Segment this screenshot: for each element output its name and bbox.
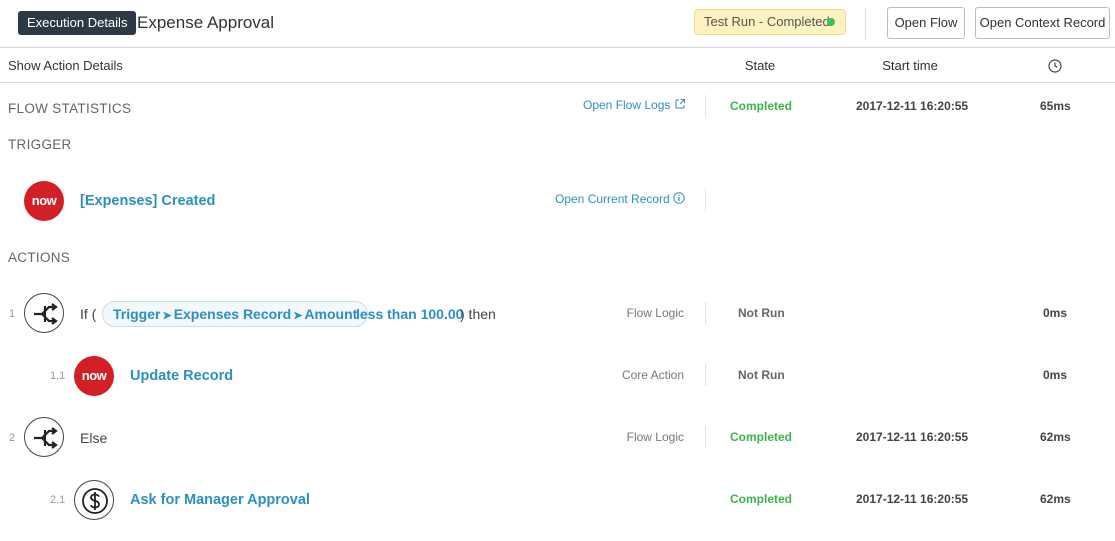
status-dot-icon — [827, 18, 835, 26]
branch-icon — [34, 303, 58, 325]
now-logo-text: now — [81, 368, 107, 383]
row-divider — [705, 364, 706, 386]
update-record-link[interactable]: Update Record — [130, 368, 233, 384]
if-suffix: ) then — [460, 306, 496, 322]
flow-duration: 65ms — [1040, 99, 1071, 113]
pill-part-trigger: Trigger — [113, 306, 161, 322]
external-link-icon — [675, 99, 685, 109]
servicenow-logo-icon: now — [24, 181, 64, 221]
clock-icon — [1048, 59, 1062, 73]
run-status-label: Test Run - Completed — [704, 14, 830, 29]
servicenow-logo-icon: now — [74, 356, 114, 396]
if-prefix: If ( — [80, 306, 97, 322]
actions-heading: ACTIONS — [8, 250, 71, 265]
info-icon — [673, 192, 685, 204]
open-flow-logs-link[interactable]: Open Flow Logs — [583, 98, 686, 112]
action-state: Completed — [730, 430, 793, 444]
show-action-details-toggle[interactable]: Show Action Details — [8, 58, 123, 73]
else-label: Else — [80, 430, 108, 446]
action-duration: 62ms — [1040, 492, 1071, 506]
start-time-column-header: Start time — [882, 58, 938, 73]
action-state: Not Run — [738, 368, 785, 382]
action-state: Completed — [730, 492, 793, 506]
flow-title: Expense Approval — [137, 13, 275, 32]
action-type: Flow Logic — [626, 306, 684, 320]
action-state: Not Run — [738, 306, 785, 320]
branch-icon — [34, 427, 58, 449]
open-flow-button[interactable]: Open Flow — [887, 7, 965, 39]
action-duration: 0ms — [1043, 368, 1068, 382]
action-number: 1.1 — [50, 370, 66, 382]
flow-logic-icon — [24, 417, 64, 457]
dollar-icon — [82, 488, 108, 514]
action-type: Flow Logic — [626, 430, 684, 444]
now-logo-text: now — [31, 193, 57, 208]
flow-state: Completed — [730, 99, 793, 113]
run-status-badge: Test Run - Completed — [694, 9, 846, 35]
trigger-label-link[interactable]: [Expenses] Created — [80, 193, 215, 209]
pill-part-amount: Amount — [304, 306, 358, 322]
header-bar: Execution Details Expense Approval Test … — [0, 0, 1115, 48]
action-start-time: 2017-12-11 16:20:55 — [856, 430, 969, 444]
action-start-time: 2017-12-11 16:20:55 — [856, 492, 969, 506]
pill-arrow-icon: ➤ — [293, 310, 303, 322]
ask-manager-approval-link[interactable]: Ask for Manager Approval — [130, 492, 310, 508]
data-pill[interactable]: Trigger ➤ Expenses Record ➤ Amount — [102, 301, 369, 327]
row-divider — [705, 302, 706, 324]
flow-statistics-heading: FLOW STATISTICS — [8, 101, 132, 116]
trigger-heading: TRIGGER — [8, 137, 72, 152]
header-divider — [865, 8, 866, 40]
action-duration: 62ms — [1040, 430, 1071, 444]
action-number: 2 — [9, 432, 16, 444]
flow-logic-icon — [24, 293, 64, 333]
execution-details-badge: Execution Details — [18, 11, 137, 35]
row-divider — [705, 95, 706, 117]
pill-part-record: Expenses Record — [173, 306, 292, 322]
condition-operator: less than 100.00 — [356, 306, 464, 322]
state-column-header: State — [744, 58, 776, 73]
row-divider — [705, 189, 706, 211]
pill-arrow-icon: ➤ — [162, 310, 172, 322]
action-number: 1 — [9, 308, 16, 320]
action-duration: 0ms — [1043, 306, 1068, 320]
action-number: 2.1 — [50, 494, 66, 506]
row-divider — [705, 426, 706, 448]
flow-start-time: 2017-12-11 16:20:55 — [856, 99, 969, 113]
open-current-record-link[interactable]: Open Current Record — [555, 192, 685, 206]
column-header-row: Show Action Details State Start time — [0, 49, 1115, 83]
open-context-record-button[interactable]: Open Context Record — [975, 7, 1110, 39]
open-current-record-label: Open Current Record — [555, 192, 670, 206]
open-flow-logs-label: Open Flow Logs — [583, 98, 671, 112]
action-type: Core Action — [621, 368, 684, 382]
approval-icon — [74, 480, 114, 520]
